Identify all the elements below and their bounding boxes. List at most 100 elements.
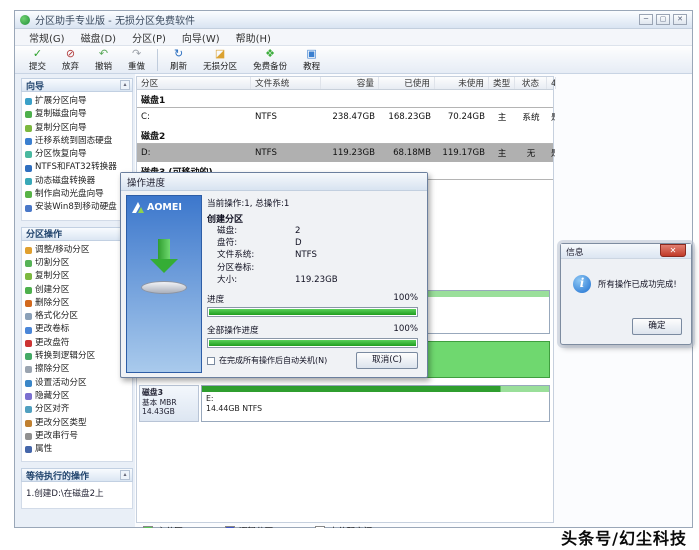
aomei-logo-icon — [132, 202, 144, 213]
wizard-icon — [25, 111, 32, 119]
sidebar-item-partition-alignment[interactable]: 分区对齐 — [25, 403, 131, 416]
col-filesystem: 文件系统 — [251, 77, 321, 89]
sidebar-item-change-serial[interactable]: 更改串行号 — [25, 430, 131, 443]
info-icon: i — [573, 275, 591, 293]
op-icon — [25, 300, 32, 307]
window-controls: ─ ▢ ✕ — [639, 14, 687, 25]
menu-partition[interactable]: 分区(P) — [124, 29, 174, 46]
undo-icon: ↶ — [98, 47, 109, 60]
refresh-button[interactable]: ↻ 刷新 — [162, 47, 195, 73]
ok-button[interactable]: 确定 — [632, 318, 682, 335]
progress-bar-current — [207, 307, 418, 318]
undo-button[interactable]: ↶ 撤销 — [87, 47, 120, 73]
disk3-partition-block[interactable]: E: 14.44GB NTFS — [201, 385, 550, 422]
col-used: 已使用 — [379, 77, 435, 89]
free-backup-button[interactable]: ❖ 免费备份 — [245, 48, 295, 73]
wizard-icon — [25, 98, 32, 106]
sidebar: 向导 ▴ 扩展分区向导 复制磁盘向导 复制分区向导 迁移系统到固态硬盘 分区恢复… — [15, 74, 135, 527]
commit-button[interactable]: ✓ 提交 — [21, 47, 54, 73]
progress-bar2-percent: 100% — [393, 324, 418, 335]
op-icon — [25, 273, 32, 281]
sidebar-item-dynamic-disk-converter[interactable]: 动态磁盘转换器 — [25, 175, 131, 188]
aomei-brand-panel: AOMEI — [126, 195, 202, 373]
partition-ops-list: 调整/移动分区 切割分区 复制分区 创建分区 删除分区 格式化分区 更改卷标 更… — [21, 240, 133, 463]
tutorial-button[interactable]: ▣ 教程 — [295, 47, 328, 73]
table-row-c-drive[interactable]: C: NTFS 238.47GB 168.23GB 70.24GB 主 系统 是 — [137, 108, 555, 126]
partition-ops-section-header[interactable]: 分区操作 — [21, 226, 133, 241]
op-icon — [25, 353, 32, 361]
sidebar-item-set-active[interactable]: 设置活动分区 — [25, 377, 131, 390]
sidebar-item-change-label[interactable]: 更改卷标 — [25, 323, 131, 336]
sidebar-item-properties[interactable]: 属性 — [25, 443, 131, 456]
pending-operation-item[interactable]: 1.创建D:\在磁盘2上 — [25, 485, 131, 503]
sidebar-item-ntfs-fat32-converter[interactable]: NTFS和FAT32转换器 — [25, 161, 131, 174]
op-icon — [25, 419, 32, 427]
discard-icon: ⊘ — [65, 47, 76, 60]
sidebar-item-create-partition[interactable]: 创建分区 — [25, 284, 131, 297]
dialog-body: 当前操作:1, 总操作:1 创建分区 磁盘: 2 盘符: D 文件系统: NTFS 分… — [207, 197, 418, 371]
menu-wizard[interactable]: 向导(W) — [174, 29, 228, 46]
op-icon — [25, 446, 32, 454]
pending-ops-section-header[interactable]: 等待执行的操作 ▴ — [21, 468, 133, 483]
col-4k-aligned: 4K对齐 — [547, 77, 556, 89]
op-icon — [25, 366, 32, 374]
table-row-d-drive-selected[interactable]: D: NTFS 119.23GB 68.18MB 119.17GB 主 无 是 — [137, 144, 555, 162]
sidebar-item-migrate-os-ssd[interactable]: 迁移系统到固态硬盘 — [25, 135, 131, 148]
dialog-title-bar[interactable]: 操作进度 — [121, 173, 427, 191]
commit-check-icon: ✓ — [32, 47, 43, 60]
menu-disk[interactable]: 磁盘(D) — [73, 29, 125, 46]
op-icon — [25, 326, 32, 334]
sidebar-item-bootable-cd-wizard[interactable]: 制作启动光盘向导 — [25, 188, 131, 201]
sidebar-item-copy-partition[interactable]: 复制分区 — [25, 270, 131, 283]
sidebar-item-extend-partition-wizard[interactable]: 扩展分区向导 — [25, 95, 131, 108]
sidebar-item-copy-partition-wizard[interactable]: 复制分区向导 — [25, 122, 131, 135]
lossless-partition-icon: ◪ — [214, 47, 226, 60]
wizard-icon — [25, 164, 32, 172]
discard-button[interactable]: ⊘ 放弃 — [54, 47, 87, 73]
filesystem-value: NTFS — [295, 250, 317, 261]
op-icon — [25, 379, 32, 387]
sidebar-item-split-partition[interactable]: 切割分区 — [25, 257, 131, 270]
sidebar-item-copy-disk-wizard[interactable]: 复制磁盘向导 — [25, 108, 131, 121]
title-bar[interactable]: 分区助手专业版 - 无损分区免费软件 ─ ▢ ✕ — [15, 11, 692, 29]
refresh-icon: ↻ — [173, 47, 184, 60]
redo-button[interactable]: ↷ 重做 — [120, 48, 153, 73]
menu-bar: 常规(G) 磁盘(D) 分区(P) 向导(W) 帮助(H) — [15, 29, 692, 46]
toolbar: ✓ 提交 ⊘ 放弃 ↶ 撤销 ↷ 重做 ↻ 刷新 ◪ 无损分区 ❖ 免费备份 ▣… — [15, 46, 692, 74]
op-icon — [25, 432, 32, 440]
wizards-list: 扩展分区向导 复制磁盘向导 复制分区向导 迁移系统到固态硬盘 分区恢复向导 NT… — [21, 92, 133, 221]
tutorial-icon: ▣ — [306, 47, 317, 60]
msgbox-close-button[interactable]: ✕ — [660, 244, 686, 257]
sidebar-item-wipe-partition[interactable]: 擦除分区 — [25, 363, 131, 376]
sidebar-item-format-partition[interactable]: 格式化分区 — [25, 310, 131, 323]
progress-bar-total — [207, 338, 418, 349]
col-capacity: 容量 — [321, 77, 379, 89]
sidebar-item-delete-partition[interactable]: 删除分区 — [25, 297, 131, 310]
wizard-icon — [25, 151, 32, 159]
watermark-banner: 头条号/幻尘科技 — [0, 528, 699, 550]
sidebar-item-hide-partition[interactable]: 隐藏分区 — [25, 390, 131, 403]
wizards-section-header[interactable]: 向导 ▴ — [21, 78, 133, 92]
collapse-icon[interactable]: ▴ — [120, 80, 130, 90]
toolbar-separator — [157, 49, 159, 71]
sidebar-item-win8-to-go[interactable]: 安装Win8到移动硬盘 — [25, 201, 131, 214]
close-button[interactable]: ✕ — [673, 14, 687, 25]
op-icon — [25, 313, 32, 321]
sidebar-item-partition-recovery[interactable]: 分区恢复向导 — [25, 148, 131, 161]
lossless-partition-button[interactable]: ◪ 无损分区 — [195, 47, 245, 73]
sidebar-item-convert-to-logical[interactable]: 转换到逻辑分区 — [25, 350, 131, 363]
sidebar-item-resize-move[interactable]: 调整/移动分区 — [25, 244, 131, 257]
disk3-panel: 磁盘3 基本 MBR 14.43GB E: 14.44GB NTFS — [139, 385, 550, 422]
shutdown-checkbox-label: 在完成所有操作后自动关机(N) — [219, 356, 328, 365]
menu-help[interactable]: 帮助(H) — [228, 29, 279, 46]
disk3-size: 14.43GB — [142, 407, 175, 416]
menu-general[interactable]: 常规(G) — [21, 29, 73, 46]
cancel-button[interactable]: 取消(C) — [356, 352, 418, 369]
sidebar-item-change-partition-type[interactable]: 更改分区类型 — [25, 417, 131, 430]
sidebar-item-change-drive-letter[interactable]: 更改盘符 — [25, 337, 131, 350]
collapse-icon[interactable]: ▴ — [120, 470, 130, 481]
disk1-group-header: 磁盘1 — [137, 93, 553, 108]
minimize-button[interactable]: ─ — [639, 14, 653, 25]
shutdown-checkbox[interactable] — [207, 356, 215, 365]
maximize-button[interactable]: ▢ — [656, 14, 670, 25]
